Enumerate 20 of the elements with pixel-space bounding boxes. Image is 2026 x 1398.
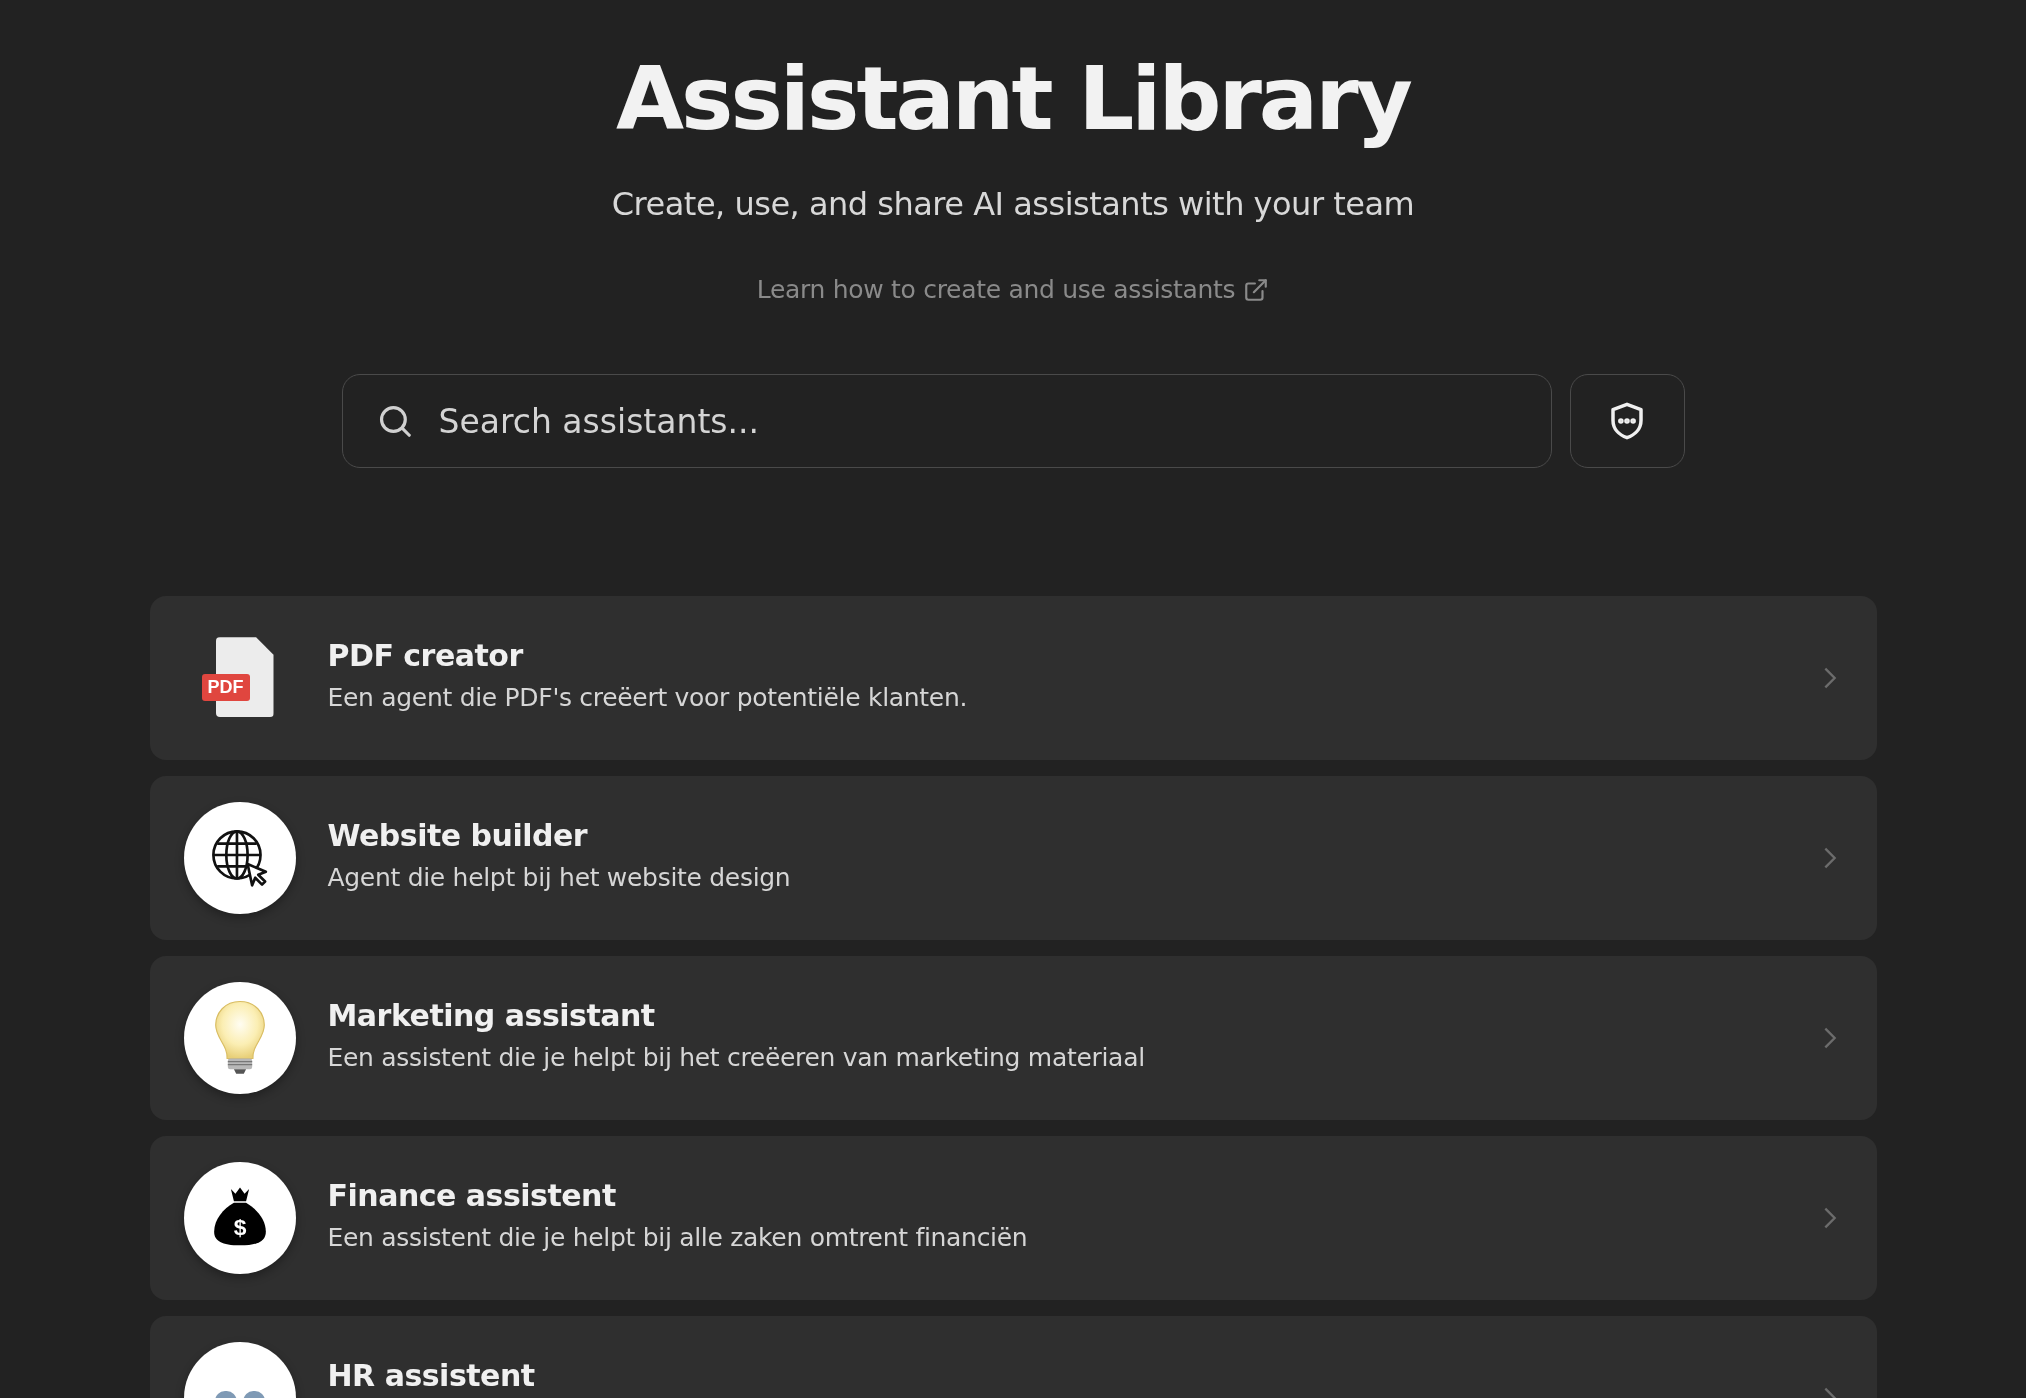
assistant-card[interactable]: HR assistent (149, 1316, 1877, 1398)
assistant-name: Marketing assistant (327, 998, 656, 1034)
external-link-icon (1243, 276, 1270, 303)
assistant-description: Agent die helpt bij het website design (327, 863, 792, 893)
shield-button[interactable] (1569, 374, 1685, 469)
assistant-name: Website builder (327, 818, 589, 854)
assistant-description: Een agent die PDF's creëert voor potentiële klanten. (327, 683, 969, 713)
search-field[interactable]: Search assistants... (341, 374, 1552, 469)
assistant-name: Finance assistent (327, 1178, 617, 1214)
assistant-card[interactable]: PDF PDF creator Een agent die PDF's creëert voor potentiële klanten. (149, 596, 1877, 761)
assistant-card[interactable]: $ Finance assistent Een assistent die je helpt bij alle zaken omtrent financiën (149, 1136, 1877, 1301)
assistant-name: HR assistent (327, 1358, 536, 1394)
page-title: Assistant Library (616, 48, 1410, 150)
help-link[interactable]: Learn how to create and use assistants (756, 275, 1270, 305)
assistant-description: Een assistent die je helpt bij alle zaken omtrent financiën (327, 1223, 1029, 1253)
assistant-description: Een assistent die je helpt bij het creëeren van marketing materiaal (327, 1043, 1146, 1073)
assistant-card[interactable]: Website builder Agent die helpt bij het website design (149, 776, 1877, 941)
assistant-name: PDF creator (327, 638, 525, 674)
assistant-card[interactable]: Marketing assistant Een assistent die je helpt bij het creëeren van marketing materiaal (149, 956, 1877, 1121)
page-subtitle: Create, use, and share AI assistants with your team (611, 185, 1415, 224)
